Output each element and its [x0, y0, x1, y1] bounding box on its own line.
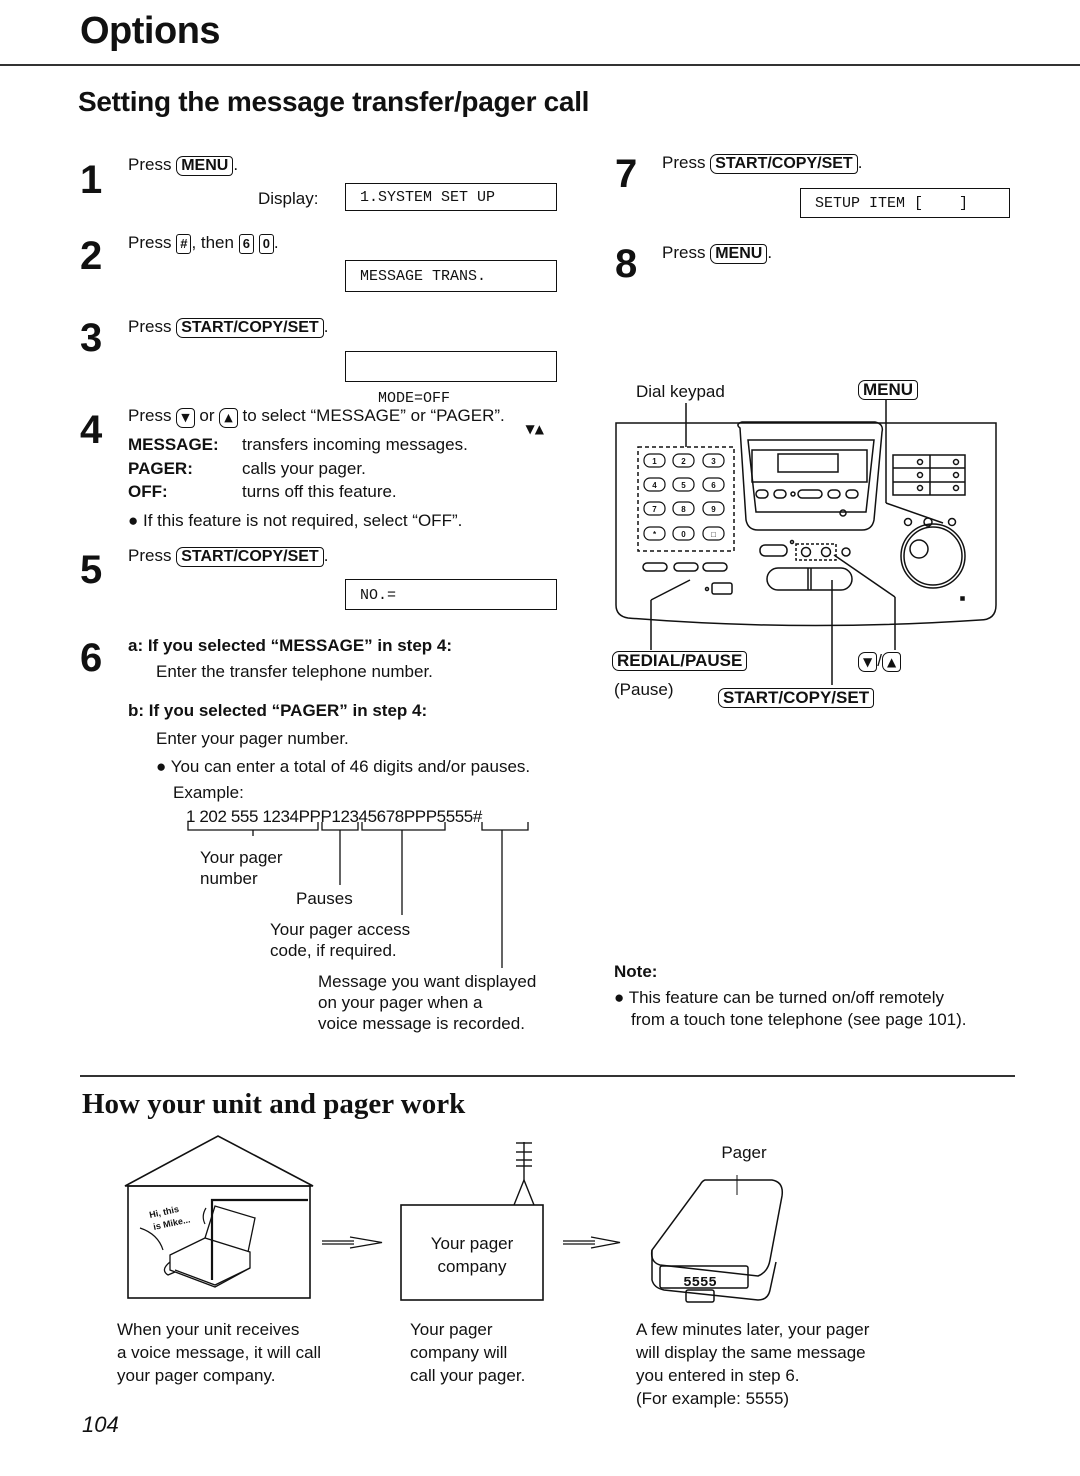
caption-line: company will: [410, 1343, 508, 1362]
caption-line: When your unit receives: [117, 1320, 300, 1339]
caption-line: call your pager.: [410, 1366, 526, 1385]
page-number: 104: [82, 1412, 119, 1437]
how-illustration: Hi, this is Mike... Your pager company P…: [124, 1135, 784, 1303]
caption-line: will display the same message: [636, 1343, 866, 1362]
arrow-right-icon: [563, 1236, 621, 1249]
caption-line: A few minutes later, your pager: [636, 1320, 870, 1339]
house-roof: [124, 1135, 314, 1187]
caption-line: your pager company.: [117, 1366, 276, 1385]
antenna-icon: [513, 1142, 535, 1206]
company-label: company: [438, 1257, 507, 1276]
caption-line: a voice message, it will call: [117, 1343, 322, 1362]
caption-line: you entered in step 6.: [636, 1366, 800, 1385]
caption-company: Your pager company will call your pager.: [410, 1318, 525, 1387]
pager-display-text: 5555: [683, 1275, 717, 1291]
company-label: Your pager: [431, 1234, 514, 1253]
caption-pager: A few minutes later, your pager will dis…: [636, 1318, 869, 1410]
caption-unit: When your unit receives a voice message,…: [117, 1318, 321, 1387]
pager-label: Pager: [721, 1143, 767, 1162]
speech-line: [139, 1227, 164, 1251]
speech-mark: [202, 1207, 207, 1225]
pager-icon: [650, 1175, 784, 1303]
caption-line: (For example: 5555): [636, 1389, 790, 1408]
caption-line: Your pager: [410, 1320, 493, 1339]
wall: [210, 1198, 308, 1280]
arrow-right-icon: [322, 1236, 383, 1249]
